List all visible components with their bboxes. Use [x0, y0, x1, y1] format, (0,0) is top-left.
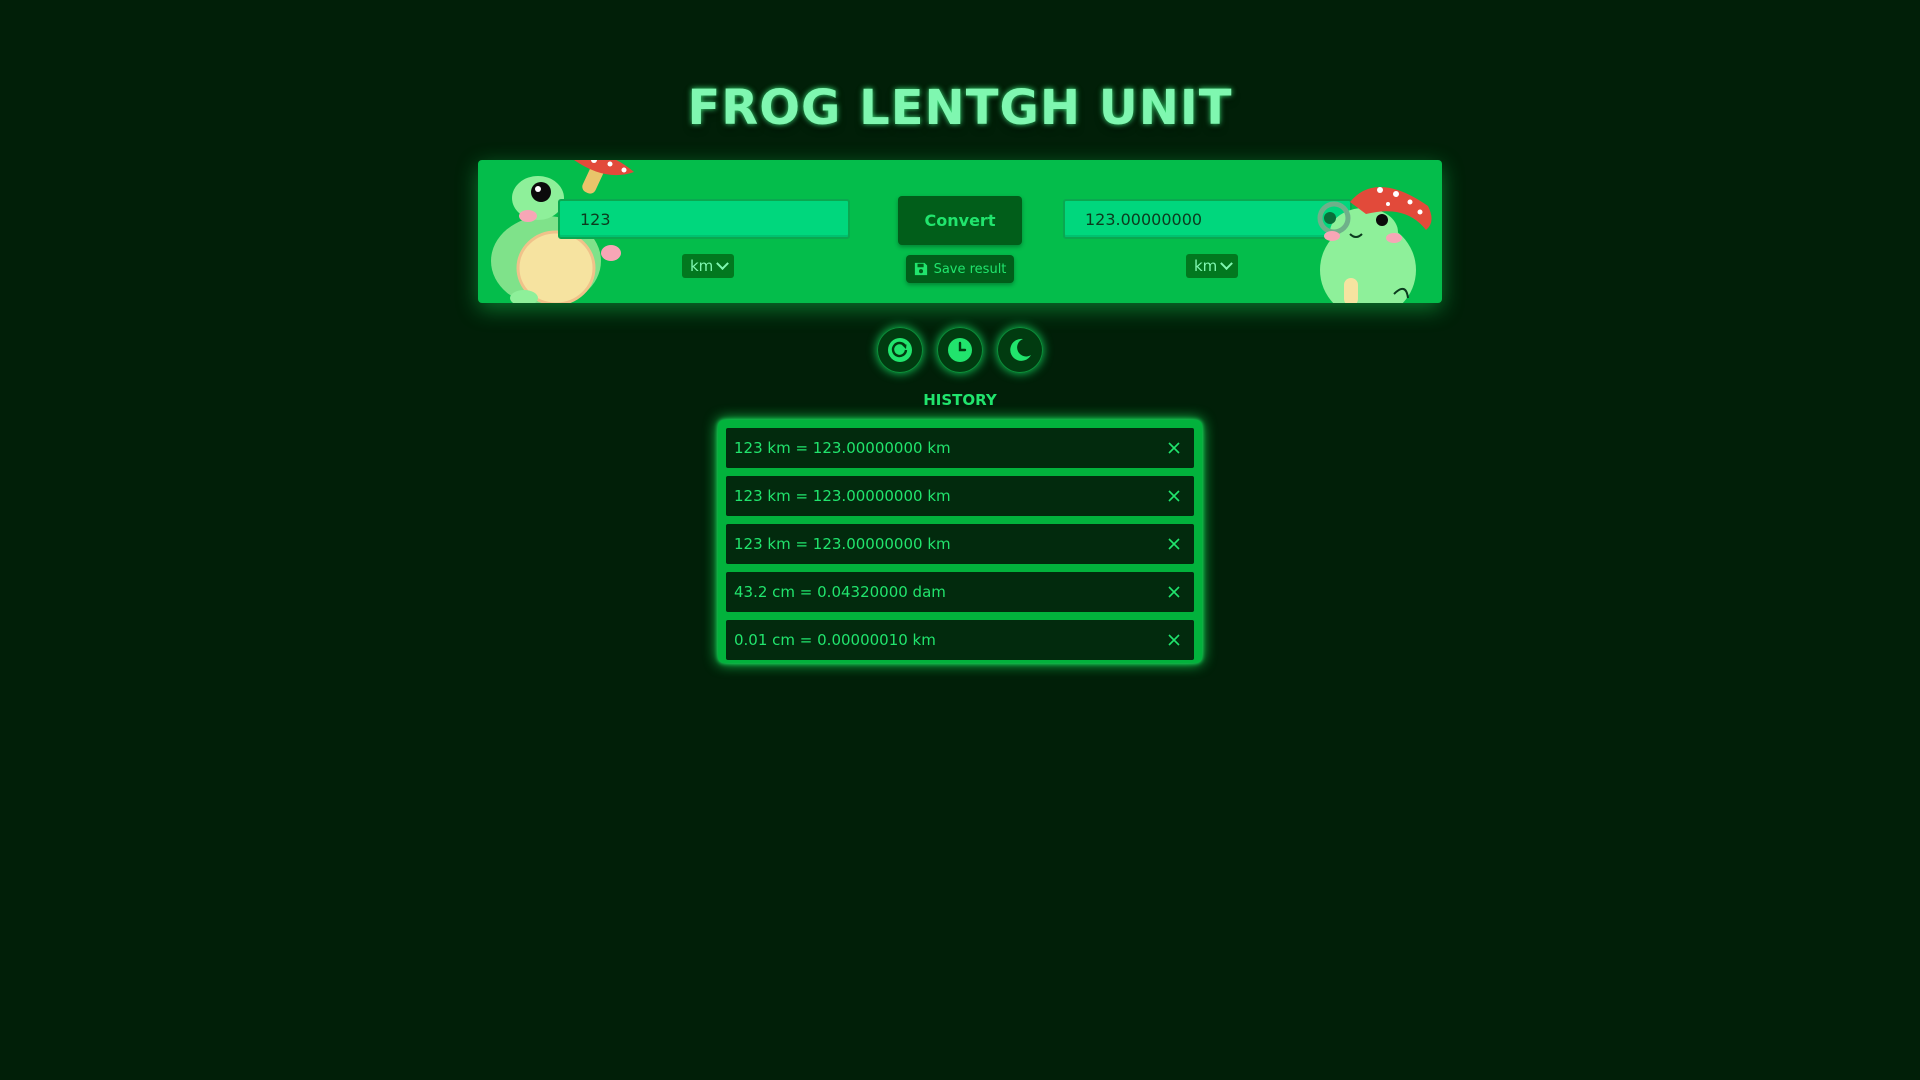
moon-icon	[1010, 338, 1031, 361]
history-button[interactable]	[937, 327, 983, 373]
history-item-text: 0.01 cm = 0.00000010 km	[734, 631, 936, 649]
theme-toggle-button[interactable]	[997, 327, 1043, 373]
chevron-down-icon	[716, 256, 730, 270]
history-list: 123 km = 123.00000000 km 123 km = 123.00…	[718, 420, 1202, 663]
app-page: FROG LENTGH UNIT km Convert	[0, 0, 1920, 1080]
history-item: 0.01 cm = 0.00000010 km	[726, 620, 1194, 660]
history-item: 43.2 cm = 0.04320000 dam	[726, 572, 1194, 612]
from-unit-select[interactable]: km	[682, 254, 734, 278]
history-item-text: 123 km = 123.00000000 km	[734, 439, 951, 457]
close-icon[interactable]	[1166, 632, 1182, 648]
from-unit-label: km	[690, 257, 714, 275]
chevron-down-icon	[1220, 256, 1234, 270]
history-item-text: 123 km = 123.00000000 km	[734, 535, 951, 553]
close-icon[interactable]	[1166, 488, 1182, 504]
reset-button[interactable]	[877, 327, 923, 373]
frog-mushroom-hat-illustration	[1317, 186, 1432, 303]
close-icon[interactable]	[1166, 584, 1182, 600]
close-icon[interactable]	[1166, 440, 1182, 456]
save-result-label: Save result	[933, 261, 1007, 277]
history-title: HISTORY	[923, 391, 997, 409]
clock-icon	[948, 338, 972, 362]
save-result-button[interactable]: Save result	[906, 255, 1014, 283]
reset-icon	[888, 338, 912, 362]
toolbar	[0, 327, 1920, 373]
history-item: 123 km = 123.00000000 km	[726, 476, 1194, 516]
floppy-disk-icon	[914, 262, 927, 276]
convert-button[interactable]: Convert	[898, 196, 1022, 245]
page-title: FROG LENTGH UNIT	[687, 80, 1233, 136]
history-item: 123 km = 123.00000000 km	[726, 524, 1194, 564]
history-item-text: 123 km = 123.00000000 km	[734, 487, 951, 505]
history-item-text: 43.2 cm = 0.04320000 dam	[734, 583, 946, 601]
close-icon[interactable]	[1166, 536, 1182, 552]
converter-panel: km Convert Save result km	[478, 160, 1442, 303]
input-value-field[interactable]	[558, 199, 850, 239]
to-unit-select[interactable]: km	[1186, 254, 1238, 278]
history-item: 123 km = 123.00000000 km	[726, 428, 1194, 468]
to-unit-label: km	[1194, 257, 1218, 275]
